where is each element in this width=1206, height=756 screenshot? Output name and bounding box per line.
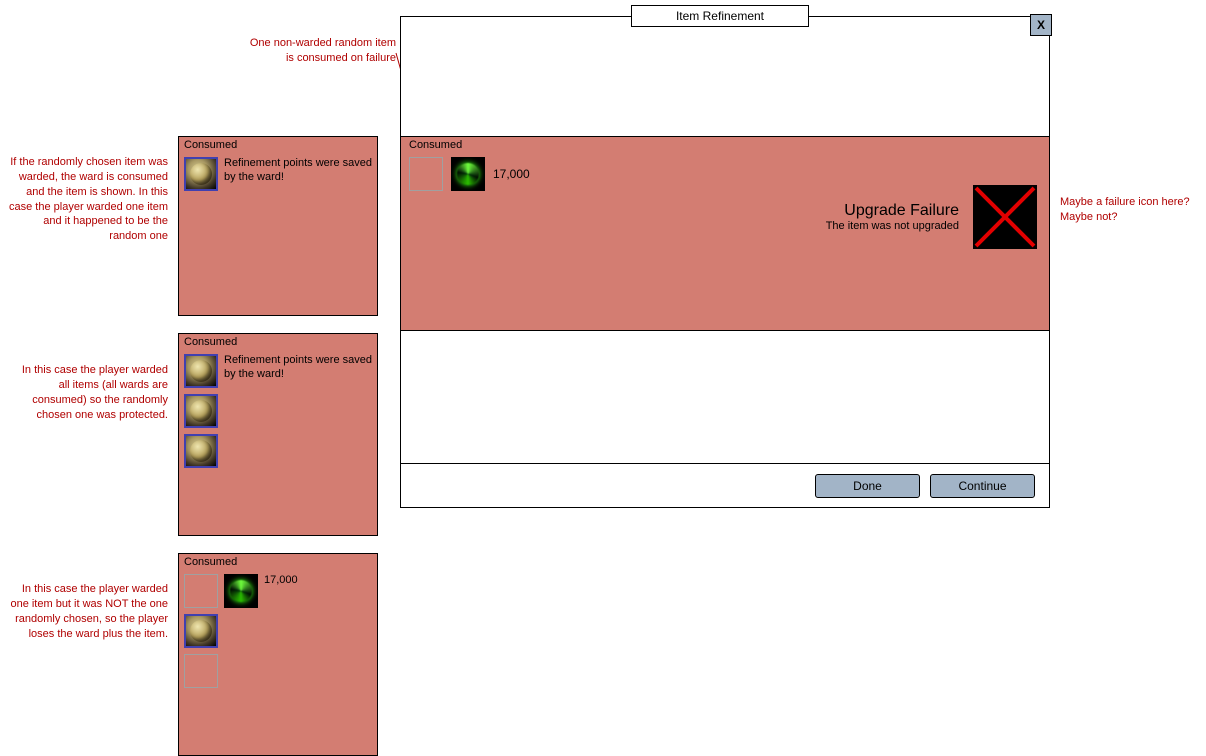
annotation-one-ward-lost: In this case the player warded one item … [8, 582, 168, 641]
ward-saved-text: Refinement points were saved by the ward… [224, 354, 372, 382]
consumed-row [184, 434, 372, 468]
consumed-header: Consumed [409, 139, 1041, 151]
result-subtitle: The item was not upgraded [826, 220, 959, 232]
empty-slot [184, 574, 218, 608]
consumed-header: Consumed [184, 139, 372, 151]
consumed-row [184, 654, 372, 688]
annotation-failure-icon: Maybe a failure icon here? Maybe not? [1060, 195, 1206, 225]
result-title: Upgrade Failure [826, 202, 959, 220]
ward-icon [184, 394, 218, 428]
result-text: Upgrade Failure The item was not upgrade… [826, 202, 959, 232]
consumed-result-band: Consumed 17,000 Upgrade Failure The item… [401, 136, 1049, 331]
refinement-points-icon [451, 157, 485, 191]
annotation-all-warded: In this case the player warded all items… [8, 363, 168, 422]
ward-icon [184, 614, 218, 648]
consumed-panel-all-warded: Consumed Refinement points were saved by… [178, 333, 378, 536]
consumed-row: 17,000 [184, 574, 372, 608]
consumed-row: Refinement points were saved by the ward… [184, 354, 372, 388]
button-row: Done Continue [401, 463, 1049, 507]
empty-slot [409, 157, 443, 191]
ward-icon [184, 157, 218, 191]
ward-icon [184, 434, 218, 468]
failure-x-icon [973, 185, 1037, 249]
continue-button[interactable]: Continue [930, 474, 1035, 498]
done-button[interactable]: Done [815, 474, 920, 498]
points-value: 17,000 [493, 167, 530, 181]
consumed-row: Refinement points were saved by the ward… [184, 157, 372, 191]
ward-saved-text: Refinement points were saved by the ward… [224, 157, 372, 185]
annotation-ward-random: If the randomly chosen item was warded, … [8, 155, 168, 244]
consumed-header: Consumed [184, 336, 372, 348]
ward-icon [184, 354, 218, 388]
empty-slot [184, 654, 218, 688]
consumed-header: Consumed [184, 556, 372, 568]
item-refinement-window: Item Refinement X Consumed 17,000 Upgrad… [400, 16, 1050, 508]
consumed-row [184, 614, 372, 648]
consumed-row [184, 394, 372, 428]
annotation-consume-on-failure: One non-warded random item is consumed o… [246, 36, 396, 66]
refinement-points-icon [224, 574, 258, 608]
consumed-panel-warded-random: Consumed Refinement points were saved by… [178, 136, 378, 316]
close-button[interactable]: X [1030, 14, 1052, 36]
consumed-panel-one-ward-lost: Consumed 17,000 [178, 553, 378, 756]
result-block: Upgrade Failure The item was not upgrade… [826, 185, 1037, 249]
window-title: Item Refinement [631, 5, 809, 27]
points-value: 17,000 [264, 574, 298, 588]
